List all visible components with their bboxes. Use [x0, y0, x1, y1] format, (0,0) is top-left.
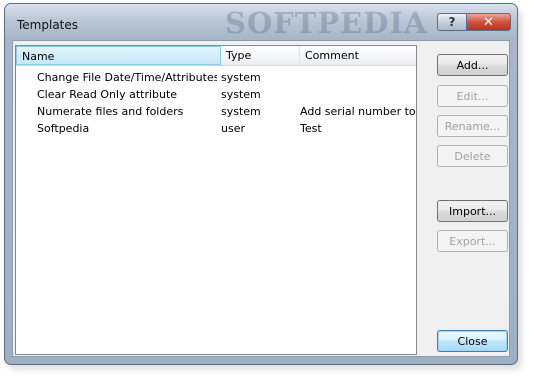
add-button[interactable]: Add... [437, 54, 508, 76]
item-type: system [221, 71, 261, 84]
delete-button[interactable]: Delete [437, 145, 508, 167]
item-type: system [221, 88, 261, 101]
column-header-type[interactable]: Type [221, 46, 300, 65]
close-button[interactable]: Close [437, 330, 508, 352]
item-name: Change File Date/Time/Attributes [37, 71, 217, 84]
softpedia-watermark: SOFTPEDIA [225, 6, 428, 40]
list-item[interactable]: Numerate files and folders system Add se… [16, 103, 416, 120]
window-title: Templates [17, 18, 79, 32]
column-header-name[interactable]: Name [16, 46, 221, 65]
templates-dialog: Templates SOFTPEDIA ? ✕ Name Type Commen… [4, 3, 518, 365]
item-name: Clear Read Only attribute [37, 88, 178, 101]
item-comment [300, 86, 416, 103]
item-name: Numerate files and folders [37, 105, 184, 118]
list-header: Name Type Comment [16, 46, 416, 66]
item-name: Softpedia [37, 122, 90, 135]
item-comment: Add serial number to ... [300, 105, 416, 118]
templates-list[interactable]: Name Type Comment Change File Date/Time/… [15, 45, 417, 355]
edit-button[interactable]: Edit... [437, 85, 508, 107]
dialog-client-area: Name Type Comment Change File Date/Time/… [12, 40, 510, 357]
list-item[interactable]: Change File Date/Time/Attributes system [16, 69, 416, 86]
column-header-comment[interactable]: Comment [300, 46, 416, 65]
list-item[interactable]: Softpedia user Test [16, 120, 416, 137]
help-button[interactable]: ? [437, 13, 467, 31]
list-item[interactable]: Clear Read Only attribute system [16, 86, 416, 103]
rename-button[interactable]: Rename... [437, 115, 508, 137]
title-bar[interactable]: Templates SOFTPEDIA ? ✕ [5, 4, 517, 40]
close-window-button[interactable]: ✕ [466, 13, 511, 31]
item-comment [300, 69, 416, 86]
item-type: system [221, 105, 261, 118]
import-button[interactable]: Import... [437, 200, 508, 222]
item-comment: Test [300, 122, 322, 135]
item-type: user [221, 122, 245, 135]
export-button[interactable]: Export... [437, 230, 508, 252]
